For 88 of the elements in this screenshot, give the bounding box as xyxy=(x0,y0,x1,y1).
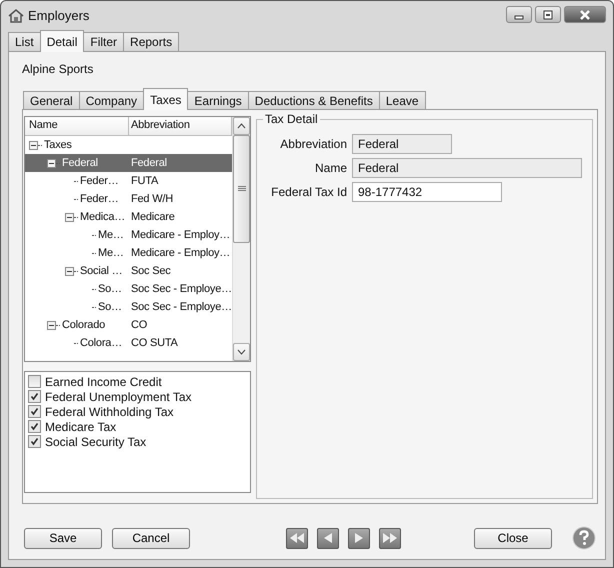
tree-row[interactable]: Taxes xyxy=(25,136,232,154)
tab[interactable]: Detail xyxy=(40,30,84,52)
save-button[interactable]: Save xyxy=(24,528,102,548)
field-label: Federal Tax Id xyxy=(270,185,347,199)
left-arrow-icon xyxy=(324,533,332,543)
tree-row[interactable]: Social … Soc Sec xyxy=(25,262,232,280)
house-icon xyxy=(8,8,24,24)
minimize-button[interactable] xyxy=(506,6,532,23)
tab[interactable]: Taxes xyxy=(143,88,188,110)
tree-row[interactable]: Feder… FUTA xyxy=(25,172,232,190)
tree-node-abbreviation: Soc Sec xyxy=(131,265,171,277)
tree-row[interactable]: Federal Federal xyxy=(25,154,232,172)
tree-node-abbreviation: CO xyxy=(131,319,148,331)
tree-node-name: Colorado xyxy=(62,319,106,331)
maximize-icon xyxy=(542,10,554,20)
field-label: Name xyxy=(314,161,347,175)
column-header[interactable]: Name xyxy=(25,117,129,135)
tree-node-abbreviation: Soc Sec - Employe… xyxy=(131,283,232,295)
previous-record-button[interactable] xyxy=(317,528,339,548)
tab[interactable]: Earnings xyxy=(187,91,249,109)
tab[interactable]: List xyxy=(8,32,41,51)
input-field[interactable]: 98-1777432 xyxy=(352,182,502,202)
field-label: Abbreviation xyxy=(279,137,347,151)
maximize-button[interactable] xyxy=(535,6,561,23)
employer-name: Alpine Sports xyxy=(22,62,94,76)
checkbox[interactable] xyxy=(28,405,41,418)
tree-node-name: Medica… xyxy=(80,211,126,223)
next-record-button[interactable] xyxy=(348,528,370,548)
checkbox-label: Medicare Tax xyxy=(45,420,116,434)
tree-node-abbreviation: Fed W/H xyxy=(131,193,173,205)
last-record-button[interactable] xyxy=(379,528,401,548)
tree-node-abbreviation: Medicare - Employ… xyxy=(131,247,230,259)
tree-node-name: Social … xyxy=(80,265,122,277)
double-left-arrow-icon xyxy=(290,533,304,543)
checkbox[interactable] xyxy=(28,375,41,388)
tree-node-name: So… xyxy=(98,283,122,295)
close-icon xyxy=(578,10,592,20)
checkbox-label: Earned Income Credit xyxy=(45,374,162,388)
tree-node-name: Taxes xyxy=(44,139,72,151)
tab[interactable]: Reports xyxy=(123,32,180,51)
tree-node-abbreviation: Medicare xyxy=(131,211,175,223)
close-button[interactable]: Close xyxy=(474,528,552,548)
right-arrow-icon xyxy=(355,533,363,543)
tab[interactable]: Leave xyxy=(378,91,426,109)
tab[interactable]: Deductions & Benefits xyxy=(248,91,380,109)
tree-row[interactable]: Colorado CO xyxy=(25,316,232,334)
scrollbar[interactable] xyxy=(232,117,250,361)
tab[interactable]: Company xyxy=(78,91,144,109)
tree-node-name: Colora… xyxy=(80,337,122,349)
tree-node-abbreviation: Soc Sec - Employe… xyxy=(131,301,232,313)
tree-row[interactable]: So… Soc Sec - Employe… xyxy=(25,298,232,316)
collapse-icon[interactable] xyxy=(47,320,56,330)
collapse-icon[interactable] xyxy=(47,158,56,168)
checkbox-label: Federal Withholding Tax xyxy=(45,404,174,418)
collapse-icon[interactable] xyxy=(65,266,74,276)
checkbox-label: Federal Unemployment Tax xyxy=(45,390,192,404)
tree-row[interactable]: Colora… CO SUTA xyxy=(25,334,232,352)
tree-node-name: Feder… xyxy=(80,193,119,205)
collapse-icon[interactable] xyxy=(29,140,38,150)
help-icon[interactable] xyxy=(572,526,596,550)
checkbox[interactable] xyxy=(28,390,41,403)
tree-node-name: Me… xyxy=(98,247,124,259)
checkbox[interactable] xyxy=(28,435,41,448)
tree-node-abbreviation: FUTA xyxy=(131,175,158,187)
tree-row[interactable]: Me… Medicare - Employ… xyxy=(25,244,232,262)
scroll-thumb[interactable] xyxy=(233,135,250,243)
collapse-icon[interactable] xyxy=(65,212,74,222)
tab[interactable]: General xyxy=(23,91,80,109)
tree-node-abbreviation: Federal xyxy=(131,157,167,169)
checkbox-label: Social Security Tax xyxy=(45,434,146,448)
close-button[interactable] xyxy=(564,6,606,23)
tree-node-name: Federal xyxy=(62,157,98,169)
tree-node-abbreviation: Medicare - Employ… xyxy=(131,229,230,241)
window-title: Employers xyxy=(28,8,90,23)
tree-row[interactable]: Medica… Medicare xyxy=(25,208,232,226)
double-right-arrow-icon xyxy=(383,533,397,543)
tree-row[interactable]: Me… Medicare - Employ… xyxy=(25,226,232,244)
tree-node-name: So… xyxy=(98,301,122,313)
grip-icon xyxy=(238,186,246,192)
tree-node-abbreviation: CO SUTA xyxy=(131,337,178,349)
checkbox[interactable] xyxy=(28,420,41,433)
tree-row[interactable]: So… Soc Sec - Employe… xyxy=(25,280,232,298)
tree-node-name: Feder… xyxy=(80,175,119,187)
tree-row[interactable]: Feder… Fed W/H xyxy=(25,190,232,208)
cancel-button[interactable]: Cancel xyxy=(112,528,190,548)
group-title: Tax Detail xyxy=(264,112,319,126)
first-record-button[interactable] xyxy=(286,528,308,548)
tree-node-name: Me… xyxy=(98,229,124,241)
